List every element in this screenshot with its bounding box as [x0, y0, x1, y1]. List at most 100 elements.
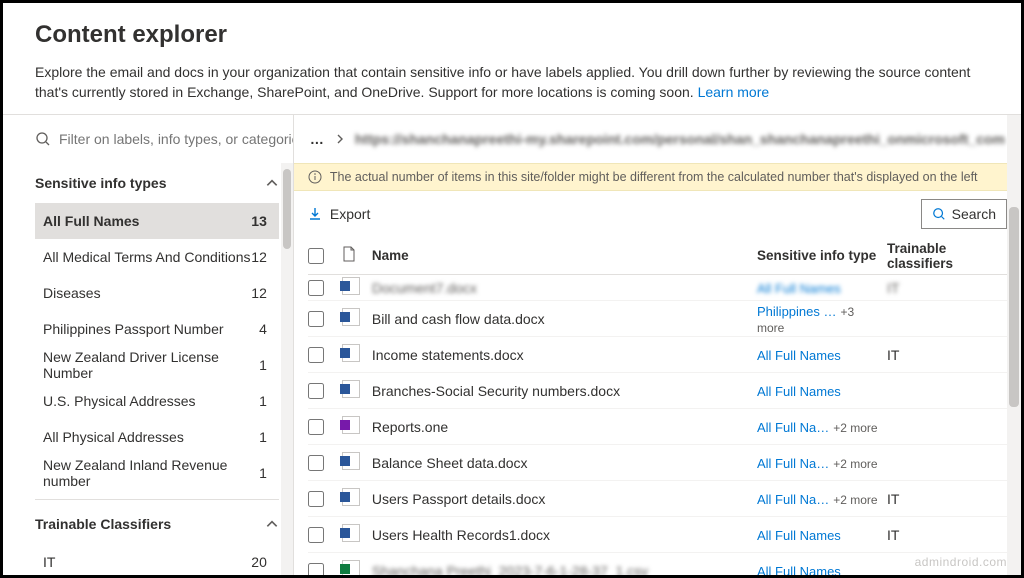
sidebar-item[interactable]: IT20 [35, 544, 279, 575]
file-name: Document7.docx [372, 280, 477, 296]
sidebar-item[interactable]: All Full Names13 [35, 203, 279, 239]
row-checkbox[interactable] [308, 383, 324, 399]
sidebar-item-count: 1 [259, 429, 267, 445]
more-count: +2 more [833, 421, 877, 435]
sensitive-info-link[interactable]: All Full Names [757, 564, 841, 575]
breadcrumb-url[interactable]: https://shanchanapreethi-my.sharepoint.c… [355, 131, 1005, 147]
sidebar-item-label: All Medical Terms And Conditions [43, 249, 251, 265]
docx-file-icon [342, 488, 360, 506]
sensitive-info-link[interactable]: All Full Names [757, 281, 841, 296]
chevron-right-icon [335, 134, 345, 144]
sensitive-info-link[interactable]: All Full Na… [757, 492, 829, 507]
trainable-classifier: IT [887, 527, 899, 543]
toolbar: Export Search [294, 191, 1021, 237]
sensitive-info-link[interactable]: All Full Names [757, 348, 841, 363]
row-checkbox[interactable] [308, 563, 324, 575]
page-title: Content explorer [35, 21, 989, 49]
csv-file-icon [342, 560, 360, 575]
table-row[interactable]: Bill and cash flow data.docx Philippines … [308, 301, 1007, 337]
file-name: Bill and cash flow data.docx [372, 311, 545, 327]
table-row[interactable]: Reports.one All Full Na… +2 more [308, 409, 1007, 445]
search-icon [35, 131, 51, 147]
section-sensitive-info-types[interactable]: Sensitive info types [35, 163, 279, 203]
sensitive-info-link[interactable]: Philippines … [757, 304, 837, 319]
sensitive-info-link[interactable]: All Full Names [757, 528, 841, 543]
search-button[interactable]: Search [921, 199, 1007, 229]
main-panel: … https://shanchanapreethi-my.sharepoint… [294, 115, 1021, 575]
sidebar-item[interactable]: All Medical Terms And Conditions12 [35, 239, 279, 275]
col-trainable-classifiers[interactable]: Trainable classifiers [887, 241, 1007, 271]
download-icon [308, 207, 322, 221]
filter-input[interactable] [59, 131, 293, 147]
row-checkbox[interactable] [308, 419, 324, 435]
sidebar-item-label: New Zealand Inland Revenue number [43, 457, 259, 489]
sensitive-info-link[interactable]: All Full Na… [757, 456, 829, 471]
file-name: Shanchana Preethi_2023-7-6-1-28-37_1.csv [372, 563, 648, 575]
sidebar-item-label: Philippines Passport Number [43, 321, 224, 337]
file-name: Branches-Social Security numbers.docx [372, 383, 620, 399]
docx-file-icon [342, 277, 360, 295]
sidebar-item[interactable]: All Physical Addresses 1 [35, 419, 279, 455]
sidebar-item[interactable]: New Zealand Inland Revenue number1 [35, 455, 279, 491]
docx-file-icon [342, 308, 360, 326]
learn-more-link[interactable]: Learn more [698, 84, 770, 100]
file-table: Name Sensitive info type Trainable class… [294, 237, 1021, 575]
sidebar-item[interactable]: Philippines Passport Number 4 [35, 311, 279, 347]
file-name: Balance Sheet data.docx [372, 455, 528, 471]
row-checkbox[interactable] [308, 455, 324, 471]
sidebar-item[interactable]: New Zealand Driver License Number1 [35, 347, 279, 383]
select-all-checkbox[interactable] [308, 248, 324, 264]
sidebar-item-count: 13 [251, 213, 267, 229]
table-row[interactable]: Branches-Social Security numbers.docx All… [308, 373, 1007, 409]
sidebar-item-count: 1 [259, 357, 267, 373]
file-name: Income statements.docx [372, 347, 524, 363]
sidebar-scrollbar[interactable] [281, 163, 293, 575]
breadcrumb-overflow[interactable]: … [310, 131, 325, 147]
filter-row[interactable] [35, 115, 293, 163]
sidebar-item[interactable]: U.S. Physical Addresses 1 [35, 383, 279, 419]
sidebar-item-count: 12 [251, 285, 267, 301]
sidebar-item-label: Diseases [43, 285, 101, 301]
sidebar-item-count: 12 [251, 249, 267, 265]
sidebar-item[interactable]: Diseases 12 [35, 275, 279, 311]
more-count: +2 more [833, 493, 877, 507]
sidebar-item-label: New Zealand Driver License Number [43, 349, 259, 381]
col-name[interactable]: Name [372, 248, 757, 263]
file-name: Users Health Records1.docx [372, 527, 550, 543]
main-scrollbar[interactable] [1007, 115, 1021, 575]
row-checkbox[interactable] [308, 347, 324, 363]
sidebar: Sensitive info types All Full Names13All… [3, 115, 294, 575]
row-checkbox[interactable] [308, 280, 324, 296]
export-button[interactable]: Export [308, 206, 370, 222]
table-row[interactable]: Users Passport details.docx All Full Na… +… [308, 481, 1007, 517]
sidebar-item-label: U.S. Physical Addresses [43, 393, 196, 409]
col-sensitive-info-type[interactable]: Sensitive info type [757, 248, 887, 263]
trainable-classifier: IT [887, 491, 899, 507]
row-checkbox[interactable] [308, 527, 324, 543]
page-description: Explore the email and docs in your organ… [35, 63, 989, 102]
file-header-icon [342, 246, 356, 262]
sidebar-item-count: 1 [259, 393, 267, 409]
docx-file-icon [342, 380, 360, 398]
docx-file-icon [342, 524, 360, 542]
table-row[interactable]: Users Health Records1.docx All Full Names… [308, 517, 1007, 553]
info-banner: The actual number of items in this site/… [294, 163, 1021, 191]
table-row[interactable]: Balance Sheet data.docxAll Full Na…+2 mo… [308, 445, 1007, 481]
file-name: Reports.one [372, 419, 448, 435]
section-trainable-classifiers[interactable]: Trainable Classifiers [35, 504, 279, 544]
one-file-icon [342, 416, 360, 434]
search-icon [932, 207, 946, 221]
table-row[interactable]: Income statements.docxAll Full NamesIT [308, 337, 1007, 373]
sensitive-info-link[interactable]: All Full Names [757, 384, 841, 399]
table-row[interactable]: Shanchana Preethi_2023-7-6-1-28-37_1.csv… [308, 553, 1007, 575]
sidebar-item-label: IT [43, 554, 55, 570]
breadcrumb: … https://shanchanapreethi-my.sharepoint… [294, 115, 1021, 163]
row-checkbox[interactable] [308, 491, 324, 507]
sensitive-info-link[interactable]: All Full Na… [757, 420, 829, 435]
table-row[interactable]: Document7.docxAll Full NamesIT [308, 275, 1007, 301]
sidebar-item-label: All Physical Addresses [43, 429, 184, 445]
row-checkbox[interactable] [308, 311, 324, 327]
sidebar-item-count: 4 [259, 321, 267, 337]
file-name: Users Passport details.docx [372, 491, 546, 507]
watermark: admindroid.com [915, 555, 1007, 569]
